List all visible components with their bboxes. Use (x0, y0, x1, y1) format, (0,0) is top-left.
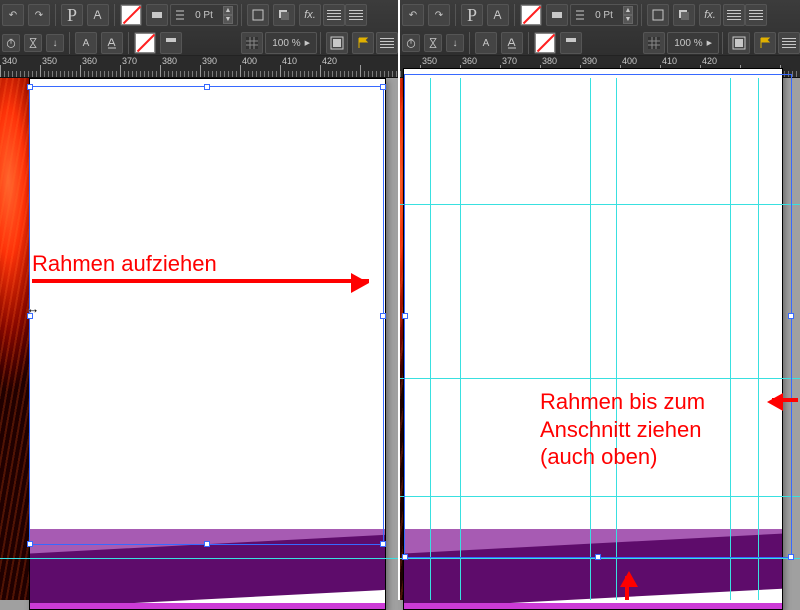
ruler-labels: 350 360 370 380 390 400 410 420 (380, 56, 800, 66)
panel-icon[interactable] (778, 32, 800, 54)
stopwatch-icon[interactable] (402, 34, 420, 52)
separator (528, 32, 529, 54)
separator (55, 4, 56, 26)
toolbar: ↶ ↷ P 0 Pt ▲▼ (400, 0, 800, 56)
story-panel-icon[interactable] (323, 4, 345, 26)
download-icon[interactable]: ↓ (446, 34, 464, 52)
rect-shape-icon[interactable] (247, 4, 269, 26)
ruler-major-ticks (0, 65, 398, 77)
text-options-icon[interactable] (745, 4, 767, 26)
story-panel-icon[interactable] (723, 4, 745, 26)
selected-frame[interactable] (29, 86, 384, 545)
redo-icon[interactable]: ↷ (428, 4, 450, 26)
right-pane: ↶ ↷ P 0 Pt ▲▼ (400, 0, 800, 600)
fill-swatch[interactable] (120, 4, 142, 26)
separator (469, 32, 470, 54)
opacity-value: 100 % (272, 38, 300, 49)
paragraph-styles-button[interactable]: P (461, 4, 483, 26)
opacity-field[interactable]: 100 % ▶ (265, 32, 317, 54)
hourglass-icon[interactable] (24, 34, 42, 52)
toolbar: ↶ ↷ P 0 Pt ▲▼ (0, 0, 398, 56)
opacity-field[interactable]: 100 % ▶ (667, 32, 719, 54)
hourglass-icon[interactable] (424, 34, 442, 52)
separator (514, 4, 515, 26)
undo-icon[interactable]: ↶ (402, 4, 424, 26)
drop-icon[interactable] (560, 32, 582, 54)
background-photo (0, 78, 29, 600)
stroke-weight-field[interactable]: 0 Pt ▲▼ (570, 4, 638, 26)
annotation-right: Rahmen bis zum Anschnitt ziehen (auch ob… (540, 388, 705, 471)
undo-icon[interactable]: ↶ (2, 4, 24, 26)
stroke-weight-value: 0 Pt (187, 10, 221, 21)
stepper-icon[interactable]: ▲▼ (623, 6, 633, 24)
underline-style-icon[interactable] (501, 32, 523, 54)
stroke-weight-field[interactable]: 0 Pt ▲▼ (170, 4, 238, 26)
drop-icon[interactable] (160, 32, 182, 54)
horizontal-ruler[interactable]: 340 350 360 370 380 390 400 410 420 (0, 56, 398, 78)
paragraph-styles-button[interactable]: P (61, 4, 83, 26)
annotation-arrow-right (32, 279, 369, 283)
annotation-arrow-left (772, 398, 798, 402)
rect-shape-icon[interactable] (647, 4, 669, 26)
separator (69, 32, 70, 54)
resize-cursor-icon: ↔ (24, 302, 42, 314)
char-style-icon[interactable]: A (75, 32, 97, 54)
opacity-value: 100 % (674, 38, 702, 49)
effects-button[interactable]: fx. (699, 4, 721, 26)
annotation-left: Rahmen aufziehen (32, 250, 217, 278)
stepper-icon[interactable]: ▲▼ (223, 6, 233, 24)
effects-button[interactable]: fx. (299, 4, 321, 26)
redo-icon[interactable]: ↷ (28, 4, 50, 26)
drop-shadow-icon[interactable] (673, 4, 695, 26)
grid-icon[interactable] (643, 32, 665, 54)
stopwatch-icon[interactable] (2, 34, 20, 52)
stroke-swatch[interactable] (134, 32, 156, 54)
flag-icon[interactable] (754, 32, 776, 54)
panel-icon[interactable] (376, 32, 398, 54)
tint-icon[interactable] (546, 4, 568, 26)
selected-frame[interactable] (404, 74, 792, 558)
annotation-arrow-up (625, 576, 629, 600)
tint-icon[interactable] (146, 4, 168, 26)
underline-style-icon[interactable] (101, 32, 123, 54)
char-styles-icon[interactable] (87, 4, 109, 26)
download-icon[interactable]: ↓ (46, 34, 64, 52)
separator (641, 4, 642, 26)
drop-shadow-icon[interactable] (273, 4, 295, 26)
stroke-swatch[interactable] (534, 32, 556, 54)
separator (320, 32, 321, 54)
grid-icon[interactable] (241, 32, 263, 54)
stroke-weight-value: 0 Pt (587, 10, 621, 21)
screen-mode-icon[interactable] (326, 32, 348, 54)
separator (241, 4, 242, 26)
separator (114, 4, 115, 26)
guide-line[interactable] (0, 558, 398, 559)
ruler-labels: 340 350 360 370 380 390 400 410 420 (0, 56, 398, 66)
flag-icon[interactable] (352, 32, 374, 54)
fill-swatch[interactable] (520, 4, 542, 26)
canvas[interactable]: Rahmen bis zum Anschnitt ziehen (auch ob… (400, 78, 800, 600)
separator (722, 32, 723, 54)
text-options-icon[interactable] (345, 4, 367, 26)
char-style-icon[interactable]: A (475, 32, 497, 54)
left-pane: ↶ ↷ P 0 Pt ▲▼ (0, 0, 398, 600)
canvas[interactable]: ↔ Rahmen aufziehen (0, 78, 398, 600)
separator (128, 32, 129, 54)
char-styles-icon[interactable] (487, 4, 509, 26)
screen-mode-icon[interactable] (728, 32, 750, 54)
separator (455, 4, 456, 26)
